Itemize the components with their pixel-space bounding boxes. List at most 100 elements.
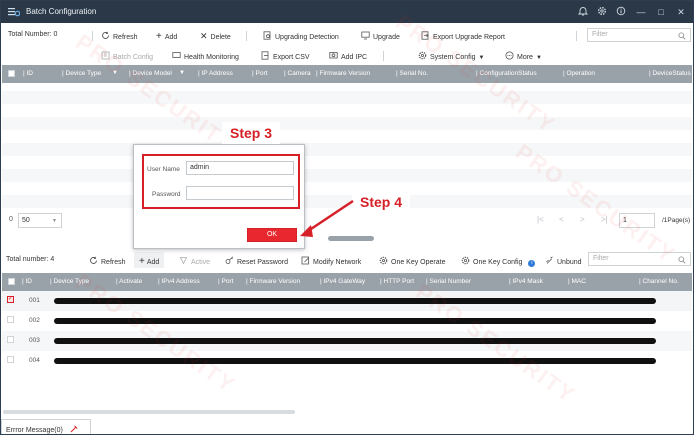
column-header[interactable]: | IP Address <box>198 70 233 77</box>
column-header[interactable]: | Serial Number <box>426 278 471 285</box>
last-page-button[interactable]: >| <box>601 215 608 224</box>
bell-icon[interactable] <box>577 6 589 18</box>
column-header[interactable]: | Firmware Version <box>316 70 370 77</box>
password-input[interactable] <box>186 186 294 200</box>
separator <box>92 31 93 41</box>
refresh-button[interactable]: Refresh <box>101 31 138 41</box>
top-toolbar: Total Number: 0 Refresh + Add ✕ Delete Upg… <box>1 23 693 45</box>
info-badge-icon[interactable]: i <box>528 260 536 267</box>
device-add-button[interactable]: + Add <box>134 252 164 268</box>
export-icon <box>261 51 269 60</box>
column-header[interactable]: | Firmware Version <box>246 278 300 285</box>
column-header[interactable]: | MAC <box>568 278 586 285</box>
next-page-button[interactable]: > <box>580 215 585 224</box>
one-key-config-button[interactable]: One Key Config i <box>461 256 536 267</box>
plus-icon: + <box>156 31 162 42</box>
column-header[interactable]: | IPv4 Address <box>158 278 200 285</box>
column-header[interactable]: | Port <box>218 278 233 285</box>
more-dropdown[interactable]: More ▼ <box>505 51 542 61</box>
key-icon <box>225 256 234 264</box>
horizontal-scrollbar[interactable] <box>3 410 295 414</box>
upgrading-detection-button[interactable]: Upgrading Detection <box>263 31 339 41</box>
filter-icon[interactable]: ▼ <box>112 70 118 76</box>
password-label: Password <box>152 191 181 198</box>
upgrade-button[interactable]: Upgrade <box>361 31 400 41</box>
batch-config-icon <box>8 8 20 17</box>
redacted-row-data <box>54 318 656 324</box>
empty-row <box>2 91 692 104</box>
more-icon <box>505 51 514 60</box>
export-upgrade-report-button[interactable]: Export Upgrade Report <box>421 31 505 41</box>
row-checkbox[interactable]: ✓ <box>7 296 14 303</box>
select-all-checkbox[interactable] <box>8 70 15 77</box>
unbund-button[interactable]: Unbund <box>545 256 582 266</box>
top-table-header: | ID | Device Type ▼ | Device Model ▼ | … <box>2 65 692 83</box>
device-row[interactable]: 004 <box>2 351 692 371</box>
column-header[interactable]: | Camera <box>284 70 311 77</box>
redacted-row-data <box>54 358 656 364</box>
check-icon: ✓ <box>8 296 14 302</box>
export-upgrade-report-label: Export Upgrade Report <box>433 34 505 41</box>
column-header[interactable]: | Activate <box>116 278 142 285</box>
reset-password-button[interactable]: Reset Password <box>225 256 288 266</box>
device-row[interactable]: 003 <box>2 331 692 351</box>
first-page-button[interactable]: |< <box>537 215 544 224</box>
delete-button[interactable]: ✕ Delete <box>200 31 231 42</box>
redacted-row-data <box>54 298 656 304</box>
caret-down-icon: ▼ <box>478 55 485 61</box>
add-button[interactable]: + Add <box>156 31 177 42</box>
column-header[interactable]: | Device Type <box>62 70 101 77</box>
column-header[interactable]: | Serial No. <box>396 70 428 77</box>
row-checkbox[interactable] <box>7 336 14 343</box>
username-input[interactable]: admin <box>186 161 294 175</box>
prev-page-button[interactable]: < <box>559 215 564 224</box>
column-header[interactable]: | Operation <box>563 70 595 77</box>
device-row[interactable]: ✓ 001 <box>2 291 692 311</box>
one-key-operate-button[interactable]: One Key Operate <box>379 256 445 266</box>
refresh-label: Refresh <box>101 259 126 266</box>
column-header[interactable]: | ConfigurationStatus <box>476 70 537 77</box>
select-all-checkbox[interactable] <box>8 278 15 285</box>
top-filter-input[interactable]: Filter <box>587 28 691 42</box>
row-checkbox[interactable] <box>7 316 14 323</box>
page-size-select[interactable]: 50 ▼ <box>18 213 62 228</box>
batch-config-button[interactable]: Batch Config <box>101 51 153 61</box>
column-header[interactable]: | HTTP Port <box>380 278 414 285</box>
column-header[interactable]: | Channel No. <box>639 278 679 285</box>
row-checkbox[interactable] <box>7 356 14 363</box>
system-config-dropdown[interactable]: System Config ▼ <box>418 51 484 61</box>
column-header[interactable]: | IPv4 Mask <box>509 278 543 285</box>
filter-icon[interactable]: ▼ <box>179 70 185 76</box>
error-message-tab[interactable]: Errror Message(0) <box>1 419 91 434</box>
column-header[interactable]: | ID <box>23 70 33 77</box>
column-header[interactable]: | Device Model <box>129 70 172 77</box>
empty-row <box>2 169 692 182</box>
add-ipc-button[interactable]: Add IPC <box>329 51 367 61</box>
row-id: 004 <box>29 357 40 364</box>
column-header[interactable]: | Port <box>252 70 267 77</box>
close-button[interactable]: ✕ <box>675 6 687 18</box>
ok-button[interactable]: OK <box>247 228 297 242</box>
column-header[interactable]: | DeviceStatus <box>649 70 691 77</box>
health-monitoring-button[interactable]: Health Monitoring <box>172 51 239 61</box>
one-key-config-label: One Key Config <box>473 259 523 266</box>
add-label: Add <box>146 259 160 266</box>
column-header[interactable]: | ID <box>22 278 32 285</box>
device-row[interactable]: 002 <box>2 311 692 331</box>
export-report-icon <box>421 31 429 40</box>
column-header[interactable]: | Device Type <box>50 278 89 285</box>
activate-button[interactable]: Active <box>179 256 210 266</box>
column-header[interactable]: | IPv4 GateWay <box>320 278 365 285</box>
info-icon[interactable] <box>615 6 627 18</box>
page-number-input[interactable]: 1 <box>619 213 655 228</box>
device-filter-input[interactable]: Filter <box>588 252 691 266</box>
modify-network-button[interactable]: Modify Network <box>301 256 361 266</box>
row-id: 001 <box>29 297 40 304</box>
settings-gear-icon[interactable] <box>596 6 608 18</box>
maximize-button[interactable]: □ <box>655 6 667 18</box>
title-bar: Batch Configuration — □ ✕ <box>1 1 693 23</box>
export-csv-button[interactable]: Export CSV <box>261 51 310 61</box>
page-size-label: 0 <box>9 216 13 223</box>
minimize-button[interactable]: — <box>635 6 647 18</box>
device-refresh-button[interactable]: Refresh <box>89 256 126 266</box>
